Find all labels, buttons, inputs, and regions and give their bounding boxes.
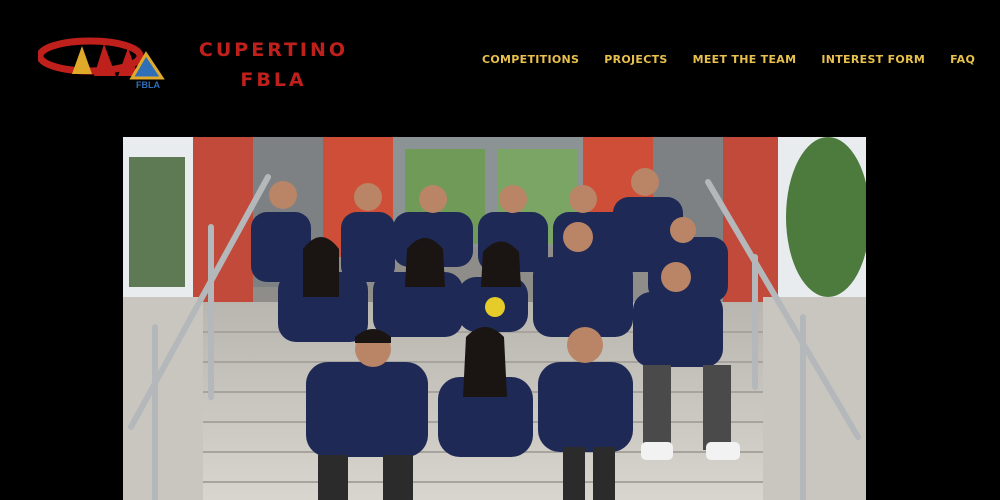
nav-link-projects[interactable]: PROJECTS bbox=[604, 53, 667, 66]
team-group-photo bbox=[123, 137, 866, 500]
nav-link-meet-the-team[interactable]: MEET THE TEAM bbox=[693, 53, 797, 66]
nav-link-competitions[interactable]: COMPETITIONS bbox=[482, 53, 579, 66]
nav-link-interest-form[interactable]: INTEREST FORM bbox=[821, 53, 925, 66]
site-logo[interactable]: FBLA bbox=[36, 36, 168, 92]
logo-text: FBLA bbox=[136, 80, 160, 90]
brand-title: CUPERTINO FBLA bbox=[171, 35, 376, 95]
fbla-tie-logo-icon: FBLA bbox=[36, 37, 165, 90]
team-photo-illustration bbox=[123, 137, 866, 500]
brand-line-1: CUPERTINO bbox=[198, 39, 349, 61]
brand-line-2: FBLA bbox=[240, 69, 307, 91]
main-nav: COMPETITIONS PROJECTS MEET THE TEAM INTE… bbox=[482, 53, 975, 66]
nav-link-faq[interactable]: FAQ bbox=[950, 53, 975, 66]
